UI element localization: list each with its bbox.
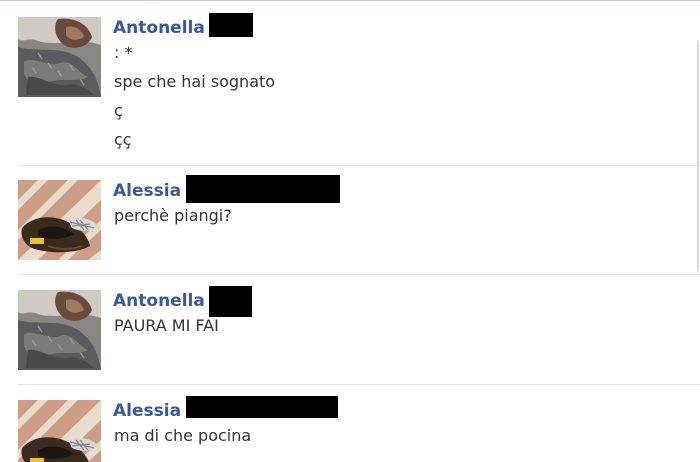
antonella-avatar[interactable]	[18, 17, 101, 97]
message-body: : * spe che hai sognato ç çç	[114, 42, 275, 158]
author-line: Antonella	[113, 288, 205, 314]
redaction-bar	[186, 175, 340, 203]
author-name[interactable]: Alessia	[113, 400, 181, 422]
message-line: ma di che pocina	[114, 426, 252, 445]
alessia-avatar[interactable]	[18, 400, 101, 462]
message-line: perchè piangi?	[114, 206, 232, 225]
message-line: spe che hai sognato	[114, 72, 276, 91]
message-body: perchè piangi?	[114, 205, 232, 234]
message-body: PAURA MI FAI	[114, 315, 219, 344]
author-name[interactable]: Alessia	[113, 180, 181, 202]
author-name[interactable]: Antonella	[113, 290, 205, 312]
redaction-bar	[186, 396, 338, 418]
redaction-bar	[209, 13, 253, 37]
message-body: ma di che pocina	[114, 425, 251, 454]
author-name[interactable]: Antonella	[113, 17, 205, 39]
scrollbar[interactable]	[697, 41, 699, 271]
message-line: PAURA MI FAI	[114, 316, 219, 335]
antonella-avatar[interactable]	[18, 290, 101, 370]
message-separator	[18, 384, 700, 385]
chat-thread: Antonella : * spe che hai sognato ç çç A…	[0, 0, 700, 462]
alessia-avatar[interactable]	[18, 180, 101, 260]
author-line: Alessia	[113, 178, 181, 204]
message-separator	[18, 165, 700, 166]
author-line: Antonella	[113, 15, 205, 41]
message-line: ç	[114, 101, 123, 120]
message-separator	[18, 274, 700, 275]
message-line: çç	[114, 130, 132, 149]
message-line: : *	[114, 43, 133, 62]
author-line: Alessia	[113, 398, 181, 424]
redaction-bar	[209, 286, 252, 317]
